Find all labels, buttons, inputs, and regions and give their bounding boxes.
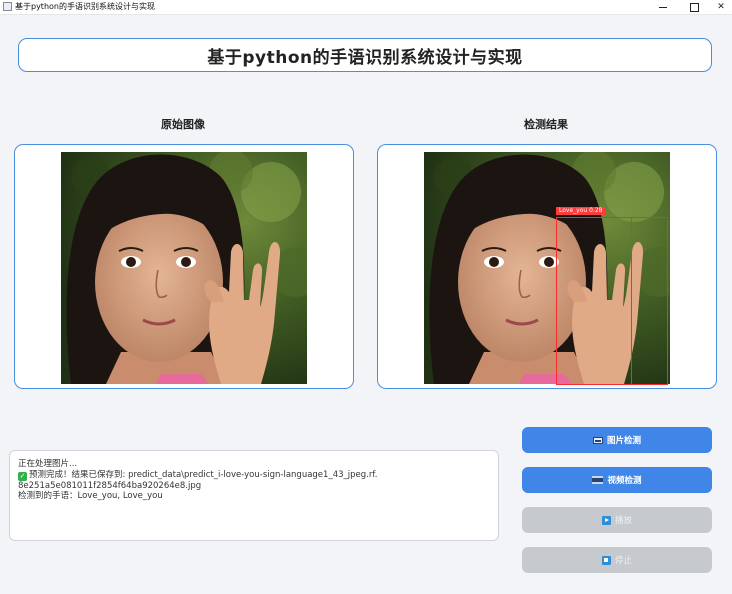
log-output: 正在处理图片... ✓ 预测完成！结果已保存到: predict_data\pre… bbox=[9, 450, 499, 541]
film-icon bbox=[592, 476, 604, 484]
header: 基于python的手语识别系统设计与实现 bbox=[18, 38, 712, 72]
image-detect-label: 图片检测 bbox=[606, 436, 641, 446]
detection-label: Love_you 0.28 bbox=[556, 207, 606, 215]
play-button[interactable]: 播放 bbox=[522, 507, 712, 533]
app-icon bbox=[3, 2, 12, 11]
detection-box-inner bbox=[556, 217, 632, 385]
detection-result-panel: Love_you 0.28 bbox=[377, 144, 717, 389]
play-icon bbox=[601, 515, 611, 525]
video-detect-label: 视频检测 bbox=[607, 476, 642, 486]
log-line: 8e251a5e081011f2854f64ba920264e8.jpg bbox=[18, 480, 202, 491]
original-image bbox=[61, 152, 307, 384]
window-title: 基于python的手语识别系统设计与实现 bbox=[15, 2, 155, 11]
log-line-success: ✓ 预测完成！结果已保存到: predict_data\predict_i-lov… bbox=[18, 470, 490, 481]
detection-class: Love_you bbox=[559, 207, 588, 214]
close-icon[interactable]: ✕ bbox=[706, 0, 732, 14]
original-image-panel bbox=[14, 144, 354, 389]
video-detect-button[interactable]: 视频检测 bbox=[522, 467, 712, 493]
image-icon bbox=[592, 436, 603, 444]
stop-button[interactable]: 停止 bbox=[522, 547, 712, 573]
stop-label: 停止 bbox=[614, 556, 632, 566]
image-detect-button[interactable]: 图片检测 bbox=[522, 427, 712, 453]
detection-confidence: 0.28 bbox=[589, 207, 603, 214]
check-icon: ✓ bbox=[18, 471, 27, 481]
detection-result-label: 检测结果 bbox=[524, 118, 568, 131]
log-text: 预测完成！结果已保存到: predict_data\predict_i-love… bbox=[29, 469, 378, 480]
log-line: 检测到的手语：Love_you, Love_you bbox=[18, 491, 163, 501]
page-title: 基于python的手语识别系统设计与实现 bbox=[207, 47, 523, 68]
log-line: 正在处理图片... bbox=[18, 459, 78, 469]
original-image-label: 原始图像 bbox=[161, 118, 205, 131]
play-label: 播放 bbox=[614, 516, 632, 526]
minimize-icon[interactable] bbox=[648, 0, 678, 14]
stop-icon bbox=[601, 555, 611, 565]
window-title-bar: 基于python的手语识别系统设计与实现 ✕ bbox=[0, 0, 732, 15]
maximize-icon[interactable] bbox=[679, 0, 709, 14]
